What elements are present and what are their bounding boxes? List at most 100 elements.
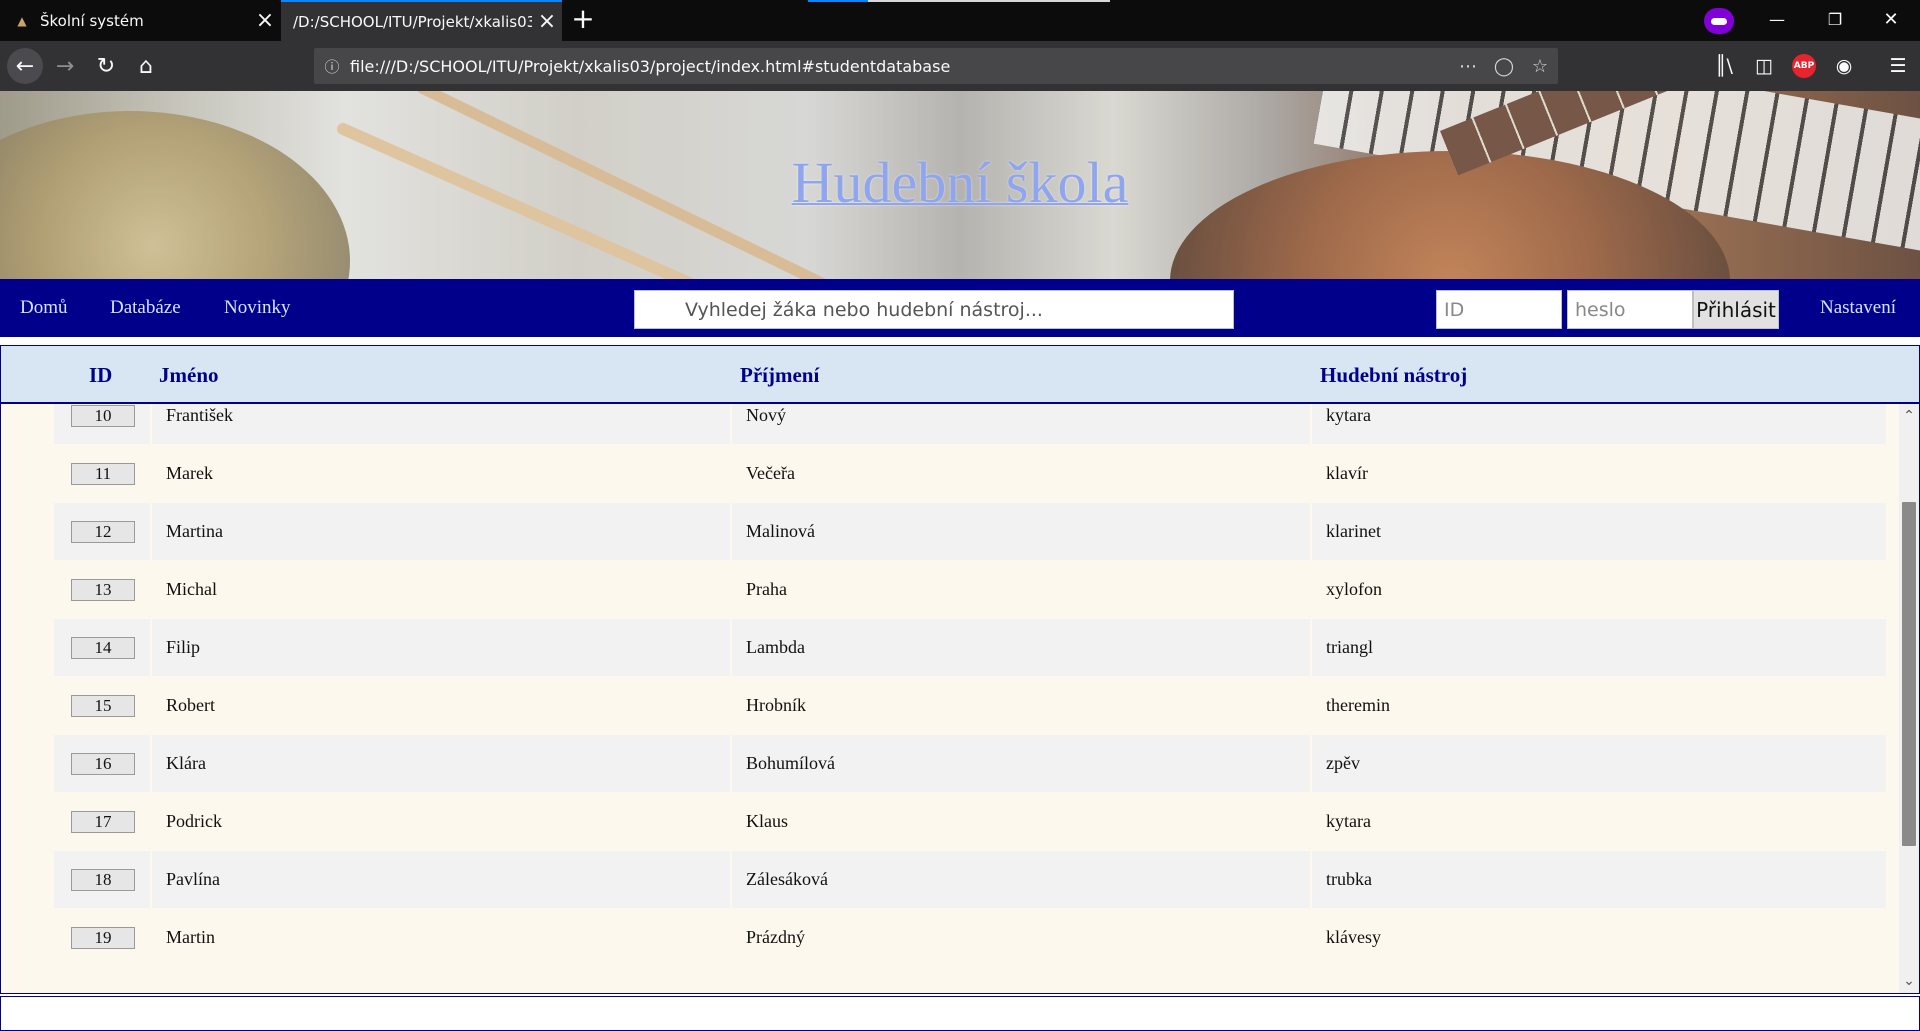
login-button[interactable]: Přihlásit — [1693, 290, 1779, 329]
student-id-button[interactable]: 16 — [71, 753, 135, 775]
instrument-cell: xylofon — [1326, 579, 1382, 599]
table-row[interactable]: 14 Filip Lambda triangl — [54, 619, 1886, 676]
column-header-first-name: Jméno — [159, 363, 219, 387]
id-cell: 16 — [54, 735, 150, 792]
nav-link-home[interactable]: Domů — [20, 279, 68, 337]
table-scrollbar[interactable]: ⌃ ⌄ — [1899, 404, 1919, 993]
graduation-cap-icon: ▲ — [17, 13, 27, 28]
first-name-cell: Robert — [166, 695, 215, 715]
private-browsing-icon — [1704, 8, 1734, 34]
last-name-cell: Malinová — [746, 521, 815, 541]
student-id-button[interactable]: 19 — [71, 927, 135, 949]
table-row[interactable]: 17 Podrick Klaus kytara — [54, 793, 1886, 850]
info-icon[interactable]: ⓘ — [314, 56, 350, 77]
last-name-cell: Bohumílová — [746, 753, 835, 773]
instrument-cell: zpěv — [1326, 753, 1360, 773]
instrument-cell: trubka — [1326, 869, 1372, 889]
url-text[interactable]: file:///D:/SCHOOL/ITU/Projekt/xkalis03/p… — [350, 57, 1450, 76]
home-icon[interactable]: ⌂ — [128, 48, 164, 84]
pocket-icon[interactable]: ◯ — [1486, 56, 1522, 77]
account-icon[interactable]: ◉ — [1826, 48, 1862, 84]
table-row[interactable]: 11 Marek Večeřa klavír — [54, 445, 1886, 502]
column-header-instrument: Hudební nástroj — [1320, 363, 1468, 387]
instrument-cell: klávesy — [1326, 927, 1381, 947]
last-name-cell: Večeřa — [746, 463, 795, 483]
student-id-button[interactable]: 14 — [71, 637, 135, 659]
library-icon[interactable]: ║\ — [1706, 48, 1742, 84]
tab-active-file[interactable]: /D:/SCHOOL/ITU/Projekt/xkalis03/p × — [281, 0, 562, 41]
student-id-button[interactable]: 11 — [71, 463, 135, 485]
arrow-left-icon[interactable]: ← — [7, 48, 43, 84]
student-id-button[interactable]: 12 — [71, 521, 135, 543]
student-id-button[interactable]: 15 — [71, 695, 135, 717]
site-title-link[interactable]: Hudební škola — [0, 149, 1920, 216]
first-name-cell: Martin — [166, 927, 215, 947]
student-id-button[interactable]: 10 — [71, 405, 135, 427]
sidebar-icon[interactable]: ◫ — [1746, 48, 1782, 84]
scrollbar-thumb[interactable] — [1902, 502, 1916, 846]
header-banner: Hudební škola — [0, 91, 1920, 279]
abp-label: ABP — [1792, 54, 1816, 78]
table-header: ID Jméno Příjmení Hudební nástroj — [1, 346, 1919, 404]
main-navigation: Domů Databáze Novinky Přihlásit Nastaven… — [0, 279, 1920, 337]
nav-link-settings[interactable]: Nastavení — [1820, 279, 1896, 337]
last-name-cell: Zálesáková — [746, 869, 828, 889]
nav-link-news[interactable]: Novinky — [224, 279, 291, 337]
id-cell: 14 — [54, 619, 150, 676]
first-name-cell: Marek — [166, 463, 213, 483]
login-id-field[interactable] — [1436, 290, 1562, 329]
hamburger-menu-icon[interactable]: ☰ — [1880, 48, 1916, 84]
student-id-button[interactable]: 18 — [71, 869, 135, 891]
id-cell: 18 — [54, 851, 150, 908]
footer-box — [0, 996, 1920, 1031]
column-header-last-name: Příjmení — [740, 363, 820, 387]
last-name-cell: Klaus — [746, 811, 788, 831]
table-row[interactable]: 12 Martina Malinová klarinet — [54, 503, 1886, 560]
url-bar[interactable]: ⓘ file:///D:/SCHOOL/ITU/Projekt/xkalis03… — [314, 48, 1558, 84]
id-cell: 15 — [54, 677, 150, 734]
first-name-cell: Filip — [166, 637, 201, 657]
new-tab-button[interactable]: + — [568, 5, 598, 35]
more-icon[interactable]: ⋯ — [1450, 56, 1486, 77]
arrow-right-icon[interactable]: → — [47, 48, 83, 84]
window-minimize-button[interactable]: — — [1754, 4, 1800, 36]
table-row[interactable]: 13 Michal Praha xylofon — [54, 561, 1886, 618]
first-name-cell: Martina — [166, 521, 223, 541]
tab-skolni-system[interactable]: ▲ Školní systém × — [0, 0, 280, 41]
close-tab-icon[interactable]: × — [532, 9, 562, 34]
student-id-button[interactable]: 17 — [71, 811, 135, 833]
first-name-cell: Podrick — [166, 811, 222, 831]
id-cell: 13 — [54, 561, 150, 618]
id-cell: 19 — [54, 909, 150, 966]
instrument-cell: theremin — [1326, 695, 1390, 715]
close-tab-icon[interactable]: × — [250, 8, 280, 33]
last-name-cell: Lambda — [746, 637, 805, 657]
table-row[interactable]: 16 Klára Bohumílová zpěv — [54, 735, 1886, 792]
window-close-button[interactable]: ✕ — [1868, 4, 1914, 36]
search-input[interactable] — [634, 290, 1234, 329]
star-icon[interactable]: ☆ — [1522, 56, 1558, 77]
table-row[interactable]: 15 Robert Hrobník theremin — [54, 677, 1886, 734]
instrument-cell: klarinet — [1326, 521, 1381, 541]
table-row[interactable]: 19 Martin Prázdný klávesy — [54, 909, 1886, 966]
chevron-up-icon[interactable]: ⌃ — [1899, 408, 1919, 424]
tab-title: /D:/SCHOOL/ITU/Projekt/xkalis03/p — [293, 12, 532, 31]
first-name-cell: Michal — [166, 579, 217, 599]
reload-icon[interactable]: ↻ — [88, 48, 124, 84]
student-id-button[interactable]: 13 — [71, 579, 135, 601]
column-header-id: ID — [89, 363, 113, 387]
login-password-field[interactable] — [1567, 290, 1693, 329]
instrument-cell: klavír — [1326, 463, 1368, 483]
browser-tab-bar: ▲ Školní systém × /D:/SCHOOL/ITU/Projekt… — [0, 0, 1920, 41]
tab-title: Školní systém — [40, 11, 144, 30]
id-cell: 11 — [54, 445, 150, 502]
table-row[interactable]: 18 Pavlína Zálesáková trubka — [54, 851, 1886, 908]
instrument-cell: kytara — [1326, 811, 1371, 831]
abp-icon[interactable]: ABP — [1786, 48, 1822, 84]
student-database-table: ID Jméno Příjmení Hudební nástroj 7Marti… — [0, 345, 1920, 994]
last-name-cell: Praha — [746, 579, 787, 599]
window-restore-button[interactable]: ❐ — [1812, 4, 1858, 36]
instrument-cell: triangl — [1326, 637, 1373, 657]
chevron-down-icon[interactable]: ⌄ — [1899, 973, 1919, 989]
nav-link-database[interactable]: Databáze — [110, 279, 181, 337]
